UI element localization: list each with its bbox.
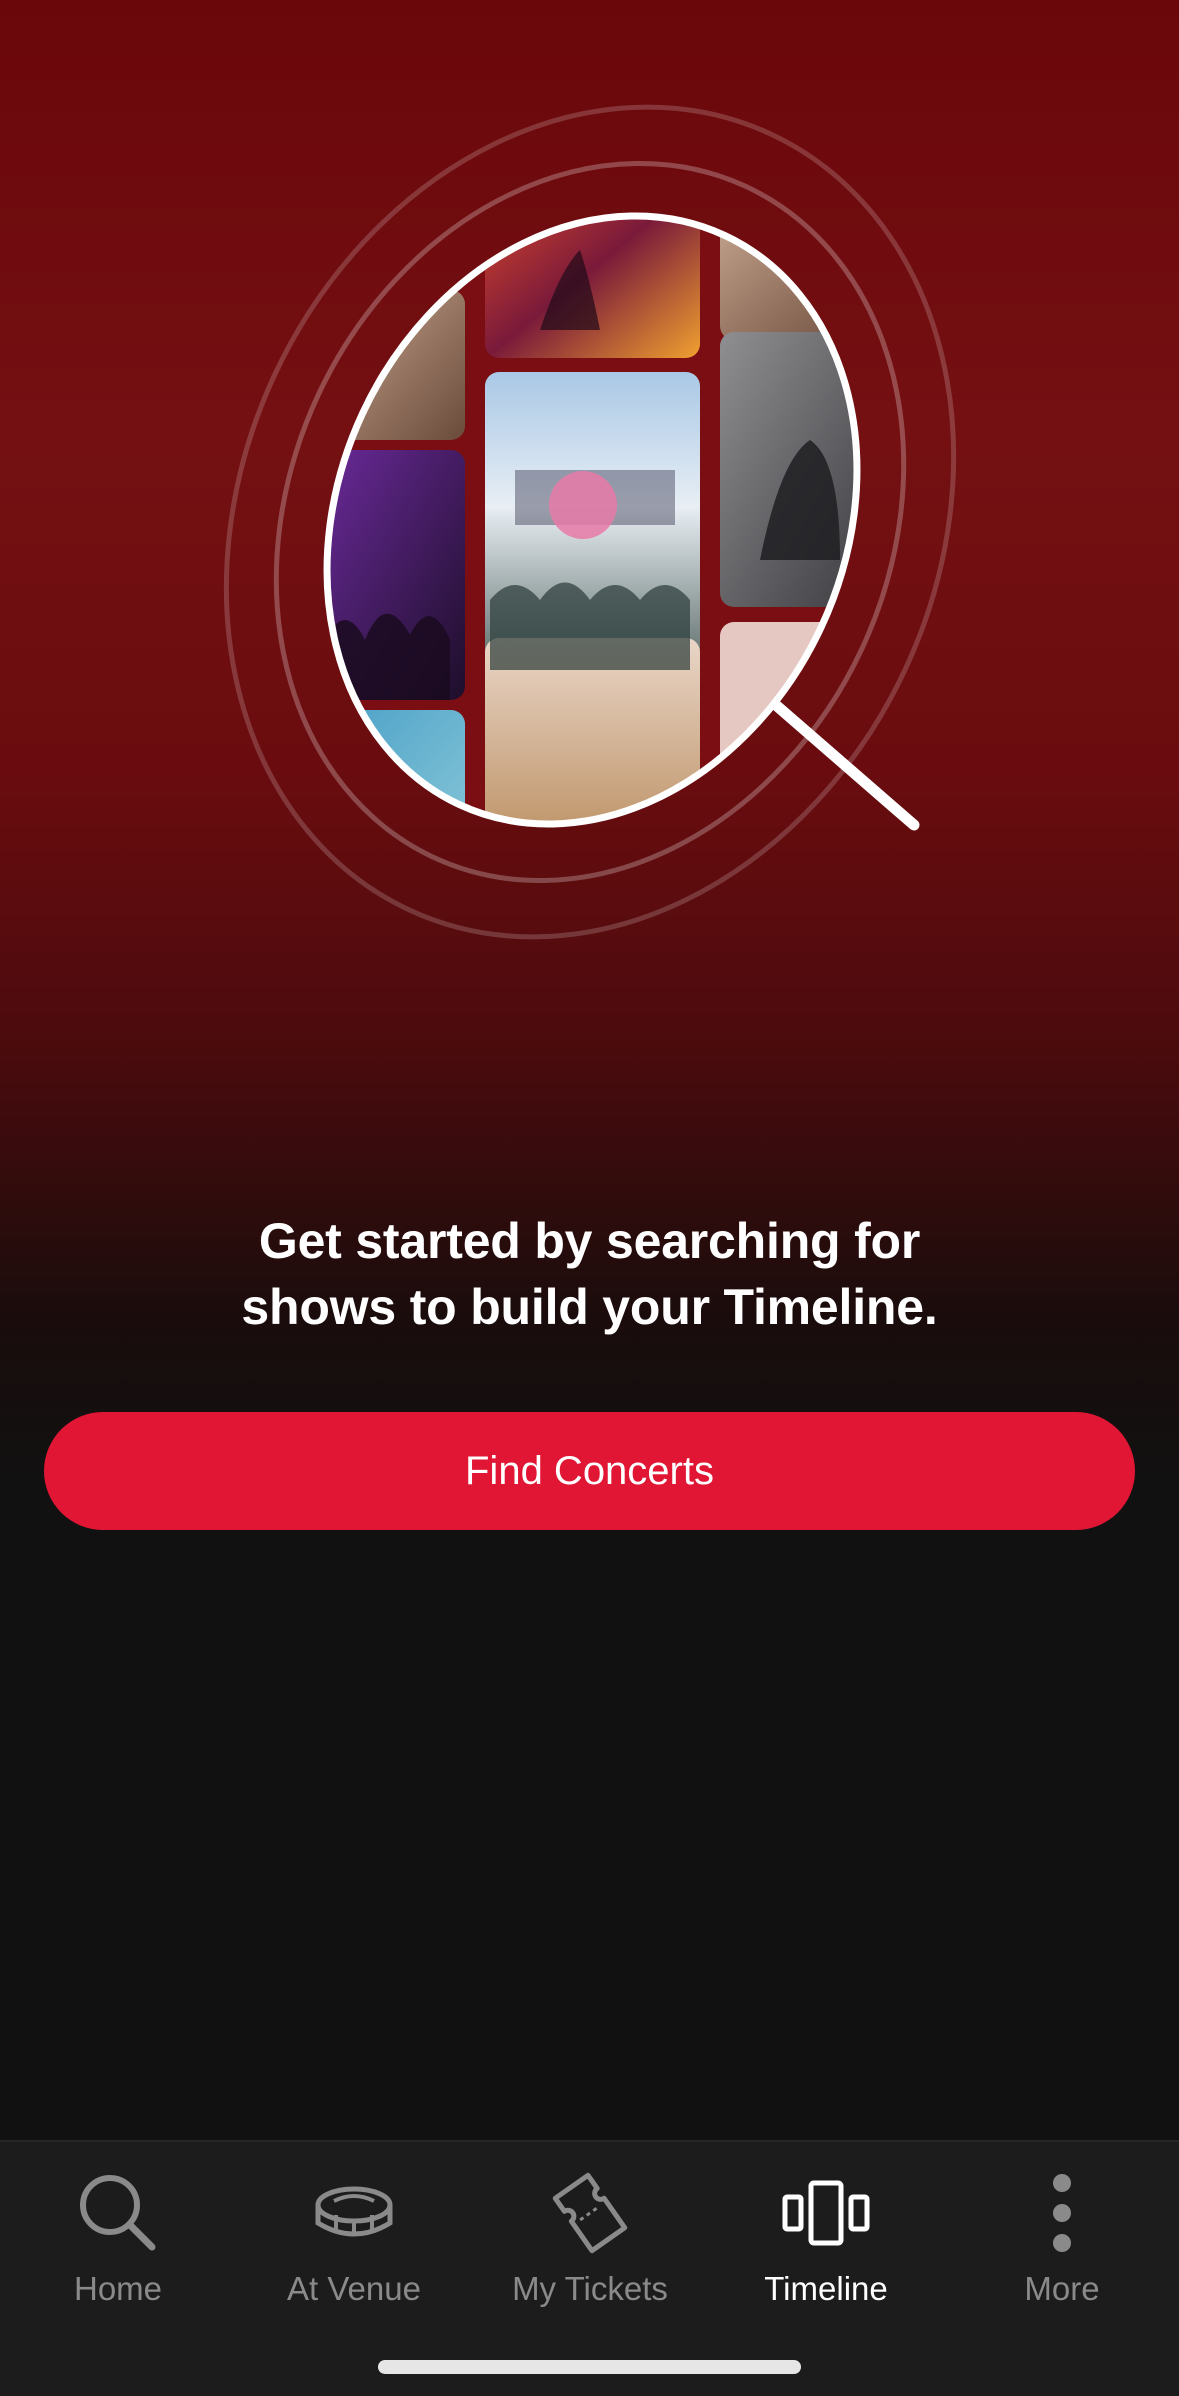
tab-home[interactable]: Home — [0, 2168, 236, 2338]
home-indicator[interactable] — [378, 2360, 801, 2374]
timeline-empty-screen: Get started by searching for shows to bu… — [0, 0, 1179, 2396]
more-vertical-icon — [1017, 2168, 1107, 2258]
hero-illustration — [0, 0, 1179, 1000]
timeline-icon — [781, 2168, 871, 2258]
tab-timeline[interactable]: Timeline — [708, 2168, 944, 2338]
tab-home-label: Home — [73, 2270, 163, 2307]
headline-line-2: shows to build your Timeline. — [241, 1279, 938, 1335]
tab-my-tickets[interactable]: My Tickets — [472, 2168, 708, 2338]
find-concerts-button[interactable]: Find Concerts — [44, 1412, 1135, 1530]
find-concerts-label: Find Concerts — [465, 1448, 714, 1493]
headline-line-1: Get started by searching for — [258, 1213, 921, 1269]
tab-at-venue-label: At Venue — [287, 2270, 421, 2307]
tab-my-tickets-label: My Tickets — [512, 2270, 668, 2307]
tab-more-label: More — [1024, 2270, 1100, 2307]
search-icon — [73, 2168, 163, 2258]
tab-at-venue[interactable]: At Venue — [236, 2168, 472, 2338]
tab-more[interactable]: More — [944, 2168, 1179, 2338]
bottom-tab-bar: Home At Venue My Tickets Timeline More — [0, 2140, 1179, 2396]
ticket-icon — [545, 2168, 635, 2258]
stadium-icon — [309, 2168, 399, 2258]
empty-state-message: Get started by searching for shows to bu… — [90, 1208, 1089, 1340]
tab-timeline-label: Timeline — [764, 2270, 888, 2307]
